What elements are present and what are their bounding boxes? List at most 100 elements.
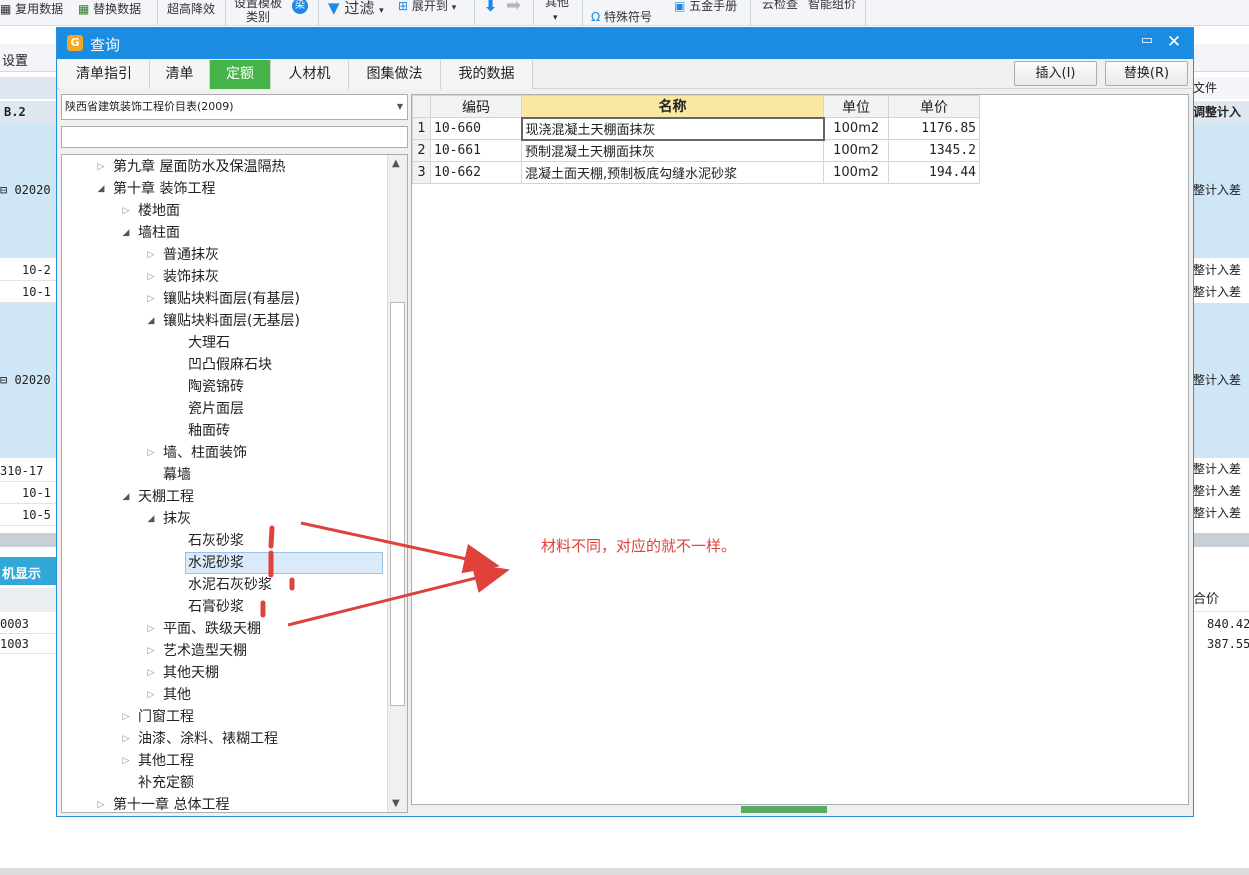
tree-node[interactable]: ◢ 第十章 装饰工程 — [62, 178, 387, 200]
right-arrow-icon[interactable]: ➡ — [506, 0, 521, 16]
tree-node[interactable]: 石膏砂浆 — [62, 596, 387, 618]
tree-node[interactable]: 水泥砂浆 — [62, 552, 387, 574]
toolbar-item-cloud-check[interactable]: 云检查 — [762, 0, 798, 12]
table-row[interactable]: 1 10-660 现浇混凝土天棚面抹灰 100m2 1176.85 — [412, 116, 980, 141]
scroll-down-icon[interactable]: ▼ — [392, 798, 400, 809]
tree-node[interactable]: ▷ 墙、柱面装饰 — [62, 442, 387, 464]
background-left-bottom-row[interactable]: 0003 — [0, 614, 56, 634]
tree-node[interactable]: ▷ 其他 — [62, 684, 387, 706]
expand-node-icon[interactable]: ▷ — [95, 794, 107, 812]
expand-node-icon[interactable]: ▷ — [145, 684, 157, 706]
tree-node[interactable]: ▷ 其他天棚 — [62, 662, 387, 684]
expand-node-icon[interactable]: ▷ — [145, 266, 157, 288]
tree-node[interactable]: 补充定额 — [62, 772, 387, 794]
background-left-row[interactable]: ⊟ 02020 — [0, 123, 56, 258]
tree-node[interactable]: 水泥石灰砂浆 — [62, 574, 387, 596]
toolbar-item-height-reduction[interactable]: 超高降效 — [167, 0, 215, 17]
expand-node-icon[interactable]: ▷ — [145, 618, 157, 640]
quota-name-cell[interactable]: 预制混凝土天棚面抹灰 — [521, 139, 824, 162]
toolbar-item-other[interactable]: 其他 ▾ — [545, 0, 569, 25]
quota-price-cell[interactable]: 194.44 — [888, 161, 980, 184]
quota-library-select[interactable]: 陕西省建筑装饰工程价目表(2009) ▼ — [61, 94, 408, 120]
background-total-price-cell[interactable]: 840.42 — [1193, 614, 1249, 634]
collapse-node-icon[interactable]: ◢ — [120, 486, 132, 508]
tree-node[interactable]: 瓷片面层 — [62, 398, 387, 420]
insert-button[interactable]: 插入(I) — [1014, 61, 1097, 86]
toolbar-item-hardware-manual[interactable]: ▣ 五金手册 — [674, 0, 737, 14]
column-header-price[interactable]: 单价 — [888, 95, 980, 118]
toolbar-item-filter[interactable]: ▼ 过滤 ▾ — [328, 0, 384, 18]
quota-price-cell[interactable]: 1176.85 — [888, 117, 980, 140]
dialog-titlebar[interactable]: G 查询 ▭ ✕ — [57, 28, 1193, 59]
quota-name-cell[interactable]: 现浇混凝土天棚面抹灰 — [520, 116, 825, 141]
tree-node[interactable]: ▷ 装饰抹灰 — [62, 266, 387, 288]
background-settings-tab[interactable]: 设置 — [0, 44, 56, 72]
tree-scrollbar[interactable]: ▲ ▼ — [387, 155, 407, 812]
background-left-row[interactable]: 10-1 — [0, 482, 56, 504]
tree-node[interactable]: ▷ 其他工程 — [62, 750, 387, 772]
quota-code-cell[interactable]: 10-662 — [430, 161, 522, 184]
tree-node[interactable]: ▷ 第十一章 总体工程 — [62, 794, 387, 812]
toolbar-item-replace-data[interactable]: ▦ 替换数据 — [78, 0, 141, 17]
quota-name-cell[interactable]: 混凝土面天棚,预制板底勾缝水泥砂浆 — [521, 161, 824, 184]
background-right-row[interactable]: 整计入差 — [1193, 281, 1249, 303]
tab-atlas-method[interactable]: 图集做法 — [349, 60, 441, 89]
tree-node[interactable]: ▷ 艺术造型天棚 — [62, 640, 387, 662]
expand-node-icon[interactable]: ▷ — [120, 706, 132, 728]
tree-node[interactable]: ▷ 平面、跌级天棚 — [62, 618, 387, 640]
background-right-row[interactable]: 整计入差 — [1193, 303, 1249, 458]
collapse-node-icon[interactable]: ◢ — [145, 310, 157, 332]
table-row[interactable]: 2 10-661 预制混凝土天棚面抹灰 100m2 1345.2 — [412, 139, 980, 162]
tree-node[interactable]: 石灰砂浆 — [62, 530, 387, 552]
column-header-unit[interactable]: 单位 — [823, 95, 889, 118]
background-right-row[interactable]: 整计入差 — [1193, 458, 1249, 480]
expand-node-icon[interactable]: ▷ — [145, 640, 157, 662]
tree-node[interactable]: 陶瓷锦砖 — [62, 376, 387, 398]
down-arrow-icon[interactable]: ⬇ — [483, 0, 498, 16]
toolbar-item-copy-data[interactable]: ▦ 复用数据 — [0, 0, 63, 17]
close-icon[interactable]: ✕ — [1163, 32, 1185, 54]
background-total-price-cell[interactable]: 387.55 — [1193, 634, 1249, 654]
table-row[interactable]: 3 10-662 混凝土面天棚,预制板底勾缝水泥砂浆 100m2 194.44 — [412, 161, 980, 184]
tree-node[interactable]: ▷ 第九章 屋面防水及保温隔热 — [62, 156, 387, 178]
quota-unit-cell[interactable]: 100m2 — [823, 161, 889, 184]
scrollbar-thumb[interactable] — [390, 302, 405, 706]
maximize-icon[interactable]: ▭ — [1137, 33, 1157, 53]
tree-node[interactable]: ◢ 天棚工程 — [62, 486, 387, 508]
quota-price-cell[interactable]: 1345.2 — [888, 139, 980, 162]
quota-unit-cell[interactable]: 100m2 — [823, 139, 889, 162]
background-right-row[interactable]: 整计入差 — [1193, 259, 1249, 281]
expand-node-icon[interactable]: ▷ — [120, 750, 132, 772]
tree-node[interactable]: ▷ 油漆、涂料、裱糊工程 — [62, 728, 387, 750]
expand-node-icon[interactable]: ▷ — [145, 662, 157, 684]
quota-code-cell[interactable]: 10-660 — [430, 117, 522, 140]
expand-node-icon[interactable]: ▷ — [145, 288, 157, 310]
background-right-row[interactable]: 整计入差 — [1193, 123, 1249, 258]
column-header-code[interactable]: 编码 — [430, 95, 522, 118]
replace-button[interactable]: 替换(R) — [1105, 61, 1188, 86]
tab-my-data[interactable]: 我的数据 — [441, 60, 533, 89]
toolbar-item-smart-pricing[interactable]: 智能组价 — [808, 0, 856, 12]
tab-list[interactable]: 清单 — [150, 60, 210, 89]
tree-node[interactable]: ◢ 墙柱面 — [62, 222, 387, 244]
column-header-name[interactable]: 名称 — [521, 95, 824, 118]
tree-node[interactable]: 大理石 — [62, 332, 387, 354]
tree-node[interactable]: 釉面砖 — [62, 420, 387, 442]
background-right-row[interactable]: 整计入差 — [1193, 480, 1249, 502]
tab-labor-material-machine[interactable]: 人材机 — [271, 60, 349, 89]
tree-node[interactable]: ◢ 镶贴块料面层(无基层) — [62, 310, 387, 332]
scroll-up-icon[interactable]: ▲ — [392, 158, 400, 169]
background-machine-display-tab[interactable]: 机显示 — [0, 557, 56, 585]
tab-quota[interactable]: 定额 — [210, 60, 271, 89]
background-left-row[interactable]: 10-2 — [0, 259, 56, 281]
quota-unit-cell[interactable]: 100m2 — [823, 117, 889, 140]
collapse-node-icon[interactable]: ◢ — [95, 178, 107, 200]
tree-node[interactable]: ▷ 楼地面 — [62, 200, 387, 222]
tree-node[interactable]: ▷ 普通抹灰 — [62, 244, 387, 266]
tree-node[interactable]: 凹凸假麻石块 — [62, 354, 387, 376]
expand-node-icon[interactable]: ▷ — [95, 156, 107, 178]
collapse-node-icon[interactable]: ◢ — [120, 222, 132, 244]
background-left-row[interactable]: ⊟ 02020 — [0, 303, 56, 458]
background-left-row[interactable]: 10-1 — [0, 281, 56, 303]
expand-node-icon[interactable]: ▷ — [120, 200, 132, 222]
